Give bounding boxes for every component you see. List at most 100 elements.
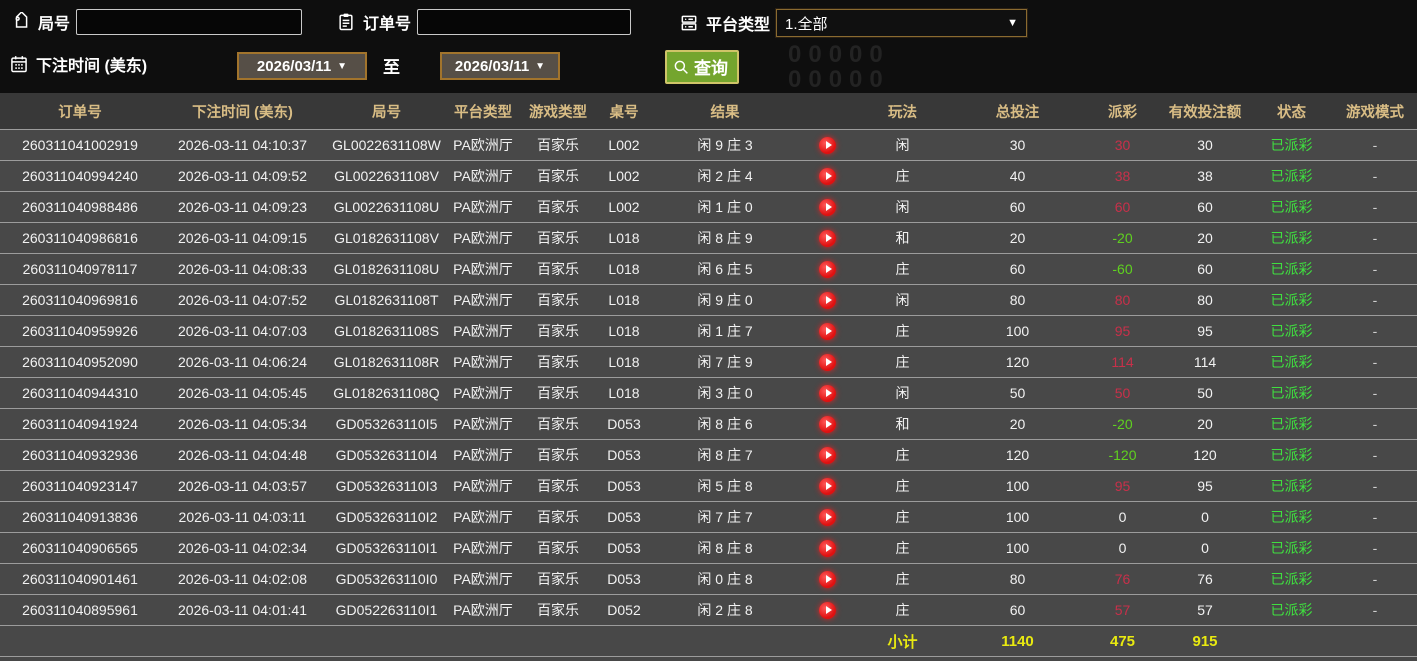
play-video-icon[interactable] <box>819 601 836 619</box>
play-video-icon[interactable] <box>819 539 836 557</box>
bet-time-label: 下注时间 (美东) <box>36 58 148 75</box>
cell-platform: PA欧洲厅 <box>448 191 518 223</box>
table-row: 260311040941924 2026-03-11 04:05:34 GD0532… <box>0 408 1417 440</box>
cell-status: 已派彩 <box>1250 470 1333 502</box>
table-row: 260311040944310 2026-03-11 04:05:45 GL0182… <box>0 377 1417 409</box>
cell-result: 闲 7 庄 9 <box>650 346 800 378</box>
play-video-icon[interactable] <box>819 477 836 495</box>
play-video-icon[interactable] <box>819 167 836 185</box>
cell-bet: 120 <box>950 346 1085 378</box>
cell-round: GD053263110I4 <box>325 439 448 471</box>
play-video-icon[interactable] <box>819 415 836 433</box>
cell-status: 已派彩 <box>1250 253 1333 285</box>
table-row: 260311040978117 2026-03-11 04:08:33 GL0182… <box>0 253 1417 285</box>
cell-mode: - <box>1333 594 1417 626</box>
triangle-glyph <box>825 172 832 181</box>
header-order: 订单号 <box>0 93 160 130</box>
play-video-icon[interactable] <box>819 229 836 247</box>
cell-result: 闲 5 庄 8 <box>650 470 800 502</box>
cell-status: 已派彩 <box>1250 377 1333 409</box>
play-video-icon[interactable] <box>819 322 836 340</box>
triangle-glyph <box>825 296 832 305</box>
cell-table: L002 <box>598 129 650 161</box>
platform-filter: 平台类型 1.全部 ▼ <box>678 9 1028 37</box>
play-video-icon[interactable] <box>819 136 836 154</box>
cell-table: D053 <box>598 563 650 595</box>
cell-game: 百家乐 <box>518 594 598 626</box>
cell-platform: PA欧洲厅 <box>448 284 518 316</box>
cell-play <box>800 253 855 285</box>
date-to-picker[interactable]: 2026/03/11 ▼ <box>440 52 560 80</box>
search-icon <box>674 60 688 74</box>
cell-mode: - <box>1333 470 1417 502</box>
cell-valid: 95 <box>1160 470 1250 502</box>
header-table-no: 桌号 <box>598 93 650 130</box>
play-video-icon[interactable] <box>819 384 836 402</box>
cell-playtype: 闲 <box>855 284 950 316</box>
header-time: 下注时间 (美东) <box>160 93 325 130</box>
cell-time: 2026-03-11 04:06:24 <box>160 346 325 378</box>
cell-mode: - <box>1333 160 1417 192</box>
cell-playtype: 庄 <box>855 439 950 471</box>
cell-order: 260311040906565 <box>0 532 160 564</box>
play-video-icon[interactable] <box>819 291 836 309</box>
platform-selected-value: 1.全部 <box>785 15 828 33</box>
cell-platform: PA欧洲厅 <box>448 439 518 471</box>
cell-platform: PA欧洲厅 <box>448 222 518 254</box>
search-button[interactable]: 查询 <box>665 50 739 84</box>
cell-table: D053 <box>598 501 650 533</box>
empty-cell <box>650 656 800 661</box>
play-video-icon[interactable] <box>819 260 836 278</box>
empty-cell <box>800 625 855 657</box>
order-input[interactable] <box>417 9 632 35</box>
cell-game: 百家乐 <box>518 563 598 595</box>
cell-mode: - <box>1333 377 1417 409</box>
cell-mode: - <box>1333 253 1417 285</box>
cell-order: 260311040913836 <box>0 501 160 533</box>
date-from-value: 2026/03/11 <box>256 57 332 75</box>
play-video-icon[interactable] <box>819 570 836 588</box>
cell-game: 百家乐 <box>518 470 598 502</box>
cell-order: 260311040986816 <box>0 222 160 254</box>
play-video-icon[interactable] <box>819 198 836 216</box>
platform-type-select[interactable]: 1.全部 ▼ <box>776 9 1028 37</box>
cell-round: GD052263110I1 <box>325 594 448 626</box>
table-row: 260311040994240 2026-03-11 04:09:52 GL0022… <box>0 160 1417 192</box>
round-input[interactable] <box>76 9 303 35</box>
play-video-icon[interactable] <box>819 353 836 371</box>
cell-time: 2026-03-11 04:09:52 <box>160 160 325 192</box>
date-from-picker[interactable]: 2026/03/11 ▼ <box>237 52 367 80</box>
cell-payout: 57 <box>1085 594 1160 626</box>
total-row-label: 总计 <box>855 656 950 661</box>
cell-time: 2026-03-11 04:07:52 <box>160 284 325 316</box>
cell-table: D053 <box>598 532 650 564</box>
cell-game: 百家乐 <box>518 222 598 254</box>
cell-order: 260311040988486 <box>0 191 160 223</box>
subtotal-row-total-bet: 1140 <box>950 625 1085 657</box>
cell-valid: 95 <box>1160 315 1250 347</box>
cell-valid: 30 <box>1160 129 1250 161</box>
table-row: 260311040906565 2026-03-11 04:02:34 GD0532… <box>0 532 1417 564</box>
cell-game: 百家乐 <box>518 315 598 347</box>
cell-playtype: 和 <box>855 408 950 440</box>
cell-round: GL0022631108U <box>325 191 448 223</box>
cell-play <box>800 470 855 502</box>
table-row: 260311040923147 2026-03-11 04:03:57 GD0532… <box>0 470 1417 502</box>
cell-game: 百家乐 <box>518 377 598 409</box>
cell-order: 260311040969816 <box>0 284 160 316</box>
cell-platform: PA欧洲厅 <box>448 253 518 285</box>
play-video-icon[interactable] <box>819 446 836 464</box>
cell-playtype: 庄 <box>855 315 950 347</box>
bet-records-table: 订单号 下注时间 (美东) 局号 平台类型 游戏类型 桌号 结果 玩法 总投注 … <box>0 93 1417 661</box>
cell-time: 2026-03-11 04:04:48 <box>160 439 325 471</box>
play-video-icon[interactable] <box>819 508 836 526</box>
triangle-glyph <box>825 451 832 460</box>
header-game-mode: 游戏模式 <box>1333 93 1417 130</box>
cell-table: D052 <box>598 594 650 626</box>
table-row: 260311040895961 2026-03-11 04:01:41 GD0522… <box>0 594 1417 626</box>
cell-result: 闲 3 庄 0 <box>650 377 800 409</box>
cell-order: 260311040952090 <box>0 346 160 378</box>
cell-round: GD053263110I5 <box>325 408 448 440</box>
cell-time: 2026-03-11 04:02:34 <box>160 532 325 564</box>
cell-result: 闲 9 庄 0 <box>650 284 800 316</box>
